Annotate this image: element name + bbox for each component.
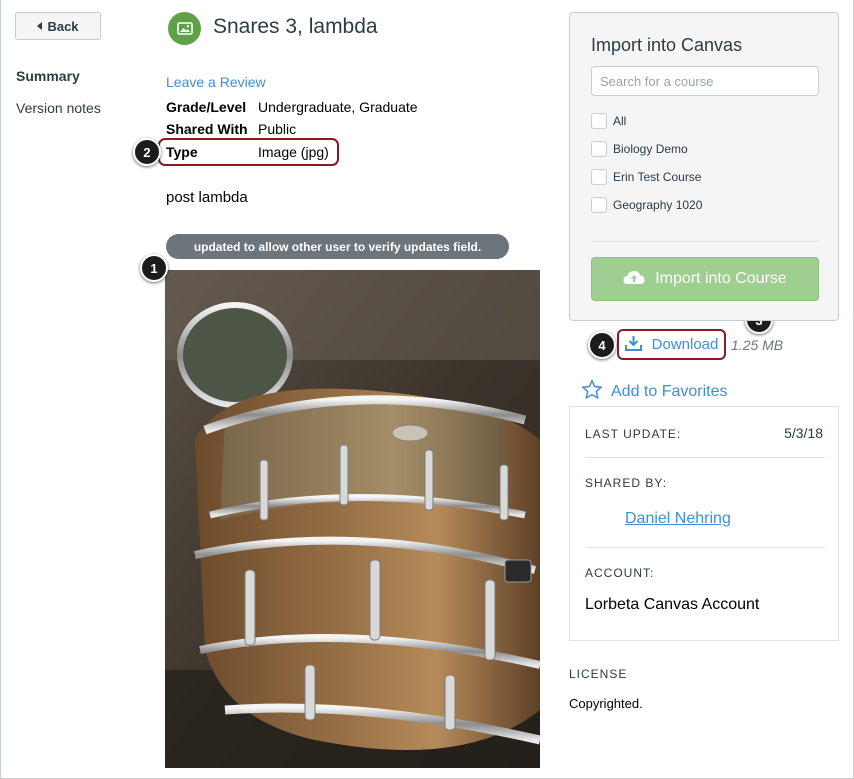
panel-divider: [591, 241, 819, 242]
caret-left-icon: [37, 22, 43, 30]
course-option-biology-demo[interactable]: Biology Demo: [591, 141, 688, 157]
nav-summary[interactable]: Summary: [16, 68, 80, 84]
checkbox[interactable]: [591, 113, 607, 129]
resource-image-preview[interactable]: [165, 270, 540, 768]
import-panel: Import into Canvas All Biology Demo Erin…: [569, 12, 839, 321]
leave-review-link[interactable]: Leave a Review: [166, 74, 266, 90]
license-label: LICENSE: [569, 667, 628, 681]
checkbox[interactable]: [591, 169, 607, 185]
callout-1: 1: [140, 254, 168, 282]
account-value: Lorbeta Canvas Account: [585, 596, 760, 613]
favorites-label: Add to Favorites: [611, 383, 728, 400]
meta-key: Shared With: [166, 121, 248, 137]
resource-info-box: LAST UPDATE: 5/3/18 SHARED BY: Daniel Ne…: [569, 406, 839, 641]
type-highlight-box: [158, 138, 339, 166]
last-update-label: LAST UPDATE:: [585, 427, 682, 441]
import-button-label: Import into Course: [655, 270, 787, 287]
divider: [585, 547, 825, 548]
meta-key: Grade/Level: [166, 99, 247, 115]
course-option-erin-test-course[interactable]: Erin Test Course: [591, 169, 701, 185]
meta-value: Public: [258, 121, 297, 137]
course-option-all[interactable]: All: [591, 113, 626, 129]
star-outline-icon: [581, 379, 603, 405]
download-link[interactable]: Download: [617, 329, 726, 360]
download-icon: [624, 335, 642, 355]
version-note-pill: updated to allow other user to verify up…: [166, 234, 509, 259]
meta-grade-level: Grade/Level Undergraduate, Graduate: [166, 99, 418, 115]
course-search-input[interactable]: [591, 66, 819, 96]
cloud-upload-icon: [623, 269, 645, 290]
checkbox[interactable]: [591, 141, 607, 157]
meta-shared-with: Shared With Public: [166, 121, 296, 137]
last-update-value: 5/3/18: [784, 425, 823, 441]
resource-description: post lambda: [166, 189, 248, 206]
file-size: 1.25 MB: [731, 337, 784, 353]
meta-value: Undergraduate, Graduate: [258, 99, 418, 115]
course-option-geography-1020[interactable]: Geography 1020: [591, 197, 702, 213]
back-label: Back: [47, 18, 79, 34]
checkbox[interactable]: [591, 197, 607, 213]
shared-by-label: SHARED BY:: [585, 476, 668, 490]
account-label: ACCOUNT:: [585, 566, 655, 580]
course-label: Biology Demo: [613, 142, 688, 156]
callout-4: 4: [588, 331, 616, 359]
course-label: All: [613, 114, 627, 128]
shared-by-author-link[interactable]: Daniel Nehring: [625, 510, 731, 528]
nav-version-notes[interactable]: Version notes: [16, 100, 101, 116]
page-title: Snares 3, lambda: [213, 15, 378, 38]
import-into-course-button[interactable]: Import into Course: [591, 257, 819, 301]
callout-2: 2: [133, 138, 161, 166]
download-label: Download: [651, 336, 719, 353]
divider: [585, 457, 825, 458]
back-button[interactable]: Back: [15, 12, 101, 40]
add-to-favorites-link[interactable]: Add to Favorites: [581, 379, 728, 405]
license-value: Copyrighted.: [569, 696, 643, 711]
image-icon: [168, 12, 201, 45]
course-label: Geography 1020: [613, 198, 703, 212]
course-label: Erin Test Course: [613, 170, 702, 184]
import-panel-title: Import into Canvas: [591, 35, 743, 55]
